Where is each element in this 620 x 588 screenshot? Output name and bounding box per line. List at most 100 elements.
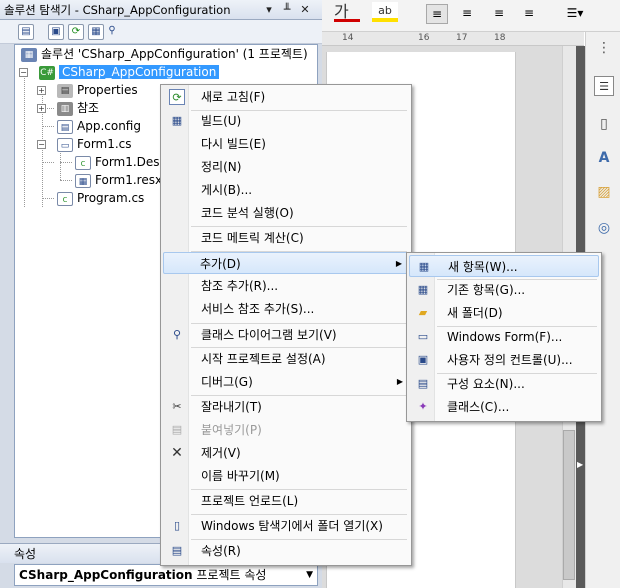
tree-properties[interactable]: ▤ Properties	[57, 81, 138, 99]
submenu-existing-item-label: 기존 항목(G)...	[447, 283, 526, 297]
refresh-icon: ⟳	[169, 89, 185, 105]
tree-references-label: 참조	[77, 101, 100, 115]
menu-add[interactable]: 추가(D) ▶	[163, 252, 409, 274]
tree-appconfig[interactable]: ▤ App.config	[57, 117, 141, 135]
menu-publish[interactable]: 게시(B)...	[163, 179, 409, 201]
refresh-icon[interactable]: ⟳	[68, 24, 84, 40]
settings-panel-icon[interactable]: ☰	[594, 76, 614, 96]
expand-toggle[interactable]: +	[37, 86, 46, 95]
tree-form1-designer[interactable]: c Form1.Des	[75, 153, 160, 171]
build-icon: ▦	[171, 114, 183, 127]
menu-refresh-label: 새로 고침(F)	[201, 90, 266, 104]
submenu-class[interactable]: ✦ 클래스(C)...	[409, 396, 599, 418]
properties-object-selector[interactable]: CSharp_AppConfiguration 프로젝트 속성 ▼	[14, 564, 318, 586]
chevron-right-icon: ▶	[395, 259, 402, 268]
pin-icon[interactable]: ╨	[280, 3, 294, 17]
menu-add-reference[interactable]: 참조 추가(R)...	[163, 275, 409, 297]
paste-icon: ▤	[171, 423, 183, 436]
menu-clean[interactable]: 정리(N)	[163, 156, 409, 178]
menu-rename[interactable]: 이름 바꾸기(M)	[163, 465, 409, 487]
more-icon[interactable]: ⋮	[594, 38, 614, 58]
view-code-icon[interactable]: ▦	[88, 24, 104, 40]
align-center-icon[interactable]: ≡	[456, 4, 478, 24]
chevron-down-icon[interactable]: ▼	[306, 565, 313, 585]
solution-icon: ▦	[21, 47, 37, 62]
menu-open-folder-explorer[interactable]: ▯ Windows 탐색기에서 폴더 열기(X)	[163, 515, 409, 537]
menu-build[interactable]: ▦ 빌드(U)	[163, 110, 409, 132]
show-all-files-icon[interactable]: ▣	[48, 24, 64, 40]
collapse-toggle[interactable]: −	[19, 68, 28, 77]
menu-unload-project[interactable]: 프로젝트 언로드(L)	[163, 490, 409, 512]
menu-paste-label: 붙여넣기(P)	[201, 423, 262, 437]
menu-publish-label: 게시(B)...	[201, 183, 253, 197]
menu-view-class-diagram[interactable]: ⚲ 클래스 다이어그램 보기(V)	[163, 324, 409, 346]
class-diagram-icon[interactable]: ⚲	[104, 24, 120, 40]
add-submenu: ▦ 새 항목(W)... ▦ 기존 항목(G)... ▰ 새 폴더(D) ▭ Windo…	[406, 252, 602, 422]
menu-add-label: 추가(D)	[200, 257, 241, 271]
image-icon[interactable]: ▨	[594, 182, 614, 202]
submenu-class-label: 클래스(C)...	[447, 400, 510, 414]
menu-paste[interactable]: ▤ 붙여넣기(P)	[163, 419, 409, 441]
tree-form1-resx[interactable]: ▦ Form1.resx	[75, 171, 162, 189]
scissors-icon: ✂	[172, 400, 182, 413]
navigator-icon[interactable]: ◎	[594, 218, 614, 238]
menu-cut-label: 잘라내기(T)	[201, 400, 262, 414]
config-file-icon: ▤	[57, 119, 73, 134]
scrollbar-thumb[interactable]	[563, 430, 575, 580]
menu-refresh[interactable]: ⟳ 새로 고침(F)	[163, 86, 409, 108]
submenu-user-control[interactable]: ▣ 사용자 정의 컨트롤(U)...	[409, 349, 599, 371]
submenu-new-folder[interactable]: ▰ 새 폴더(D)	[409, 302, 599, 324]
font-color-button[interactable]: 가	[334, 2, 360, 22]
submenu-new-folder-label: 새 폴더(D)	[447, 306, 503, 320]
menu-run-code-analysis[interactable]: 코드 분석 실행(O)	[163, 202, 409, 224]
styles-icon[interactable]: A	[594, 148, 614, 168]
menu-cut[interactable]: ✂ 잘라내기(T)	[163, 396, 409, 418]
close-icon: ✕	[171, 445, 183, 461]
submenu-component-label: 구성 요소(N)...	[447, 377, 525, 391]
expand-toggle[interactable]: +	[37, 104, 46, 113]
tree-references[interactable]: ▥ 참조	[57, 99, 99, 117]
menu-rebuild[interactable]: 다시 빌드(E)	[163, 133, 409, 155]
splitter-arrow-icon[interactable]: ▶	[577, 460, 583, 469]
tree-solution[interactable]: ▦ 솔루션 'CSharp_AppConfiguration' (1 프로젝트)	[21, 45, 308, 63]
menu-open-folder-explorer-label: Windows 탐색기에서 폴더 열기(X)	[201, 519, 383, 533]
menu-unload-project-label: 프로젝트 언로드(L)	[201, 494, 299, 508]
submenu-windows-form-label: Windows Form(F)...	[447, 330, 563, 344]
class-icon: ✦	[418, 400, 428, 413]
properties-folder-icon: ▤	[57, 83, 73, 98]
dropdown-icon[interactable]: ▾	[262, 3, 276, 17]
properties-icon: ▤	[171, 544, 183, 557]
selected-object-type: 프로젝트 속성	[196, 568, 267, 582]
menu-set-startup-label: 시작 프로젝트로 설정(A)	[201, 352, 326, 366]
menu-clean-label: 정리(N)	[201, 160, 242, 174]
menu-debug[interactable]: 디버그(G) ▶	[163, 371, 409, 393]
menu-add-service-reference[interactable]: 서비스 참조 추가(S)...	[163, 298, 409, 320]
submenu-new-item[interactable]: ▦ 새 항목(W)...	[409, 255, 599, 277]
menu-properties[interactable]: ▤ 속성(R)	[163, 540, 409, 562]
close-icon[interactable]: ✕	[298, 3, 312, 17]
tree-solution-label: 솔루션 'CSharp_AppConfiguration' (1 프로젝트)	[41, 47, 308, 61]
existing-item-icon: ▦	[417, 283, 429, 296]
tree-program[interactable]: c Program.cs	[57, 189, 144, 207]
align-left-icon[interactable]: ≡	[426, 4, 448, 24]
align-right-icon[interactable]: ≡	[488, 4, 510, 24]
menu-build-label: 빌드(U)	[201, 114, 242, 128]
menu-set-startup[interactable]: 시작 프로젝트로 설정(A)	[163, 348, 409, 370]
menu-remove[interactable]: ✕ 제거(V)	[163, 442, 409, 464]
justify-icon[interactable]: ≡	[518, 4, 540, 24]
selected-object-name: CSharp_AppConfiguration	[19, 568, 193, 582]
menu-add-reference-label: 참조 추가(R)...	[201, 279, 279, 293]
page-icon[interactable]: ▯	[594, 114, 614, 134]
submenu-windows-form[interactable]: ▭ Windows Form(F)...	[409, 326, 599, 348]
submenu-component[interactable]: ▤ 구성 요소(N)...	[409, 373, 599, 395]
submenu-existing-item[interactable]: ▦ 기존 항목(G)...	[409, 279, 599, 301]
menu-rename-label: 이름 바꾸기(M)	[201, 469, 280, 483]
properties-icon[interactable]: ▤	[18, 24, 34, 40]
tree-project[interactable]: C# CSharp_AppConfiguration	[39, 63, 220, 81]
list-icon[interactable]: ☰▾	[562, 4, 588, 24]
tree-form1[interactable]: ▭ Form1.cs	[57, 135, 132, 153]
menu-code-metrics[interactable]: 코드 메트릭 계산(C)	[163, 227, 409, 249]
collapse-toggle[interactable]: −	[37, 140, 46, 149]
menu-code-metrics-label: 코드 메트릭 계산(C)	[201, 231, 304, 245]
highlight-icon[interactable]: ab	[372, 2, 398, 22]
